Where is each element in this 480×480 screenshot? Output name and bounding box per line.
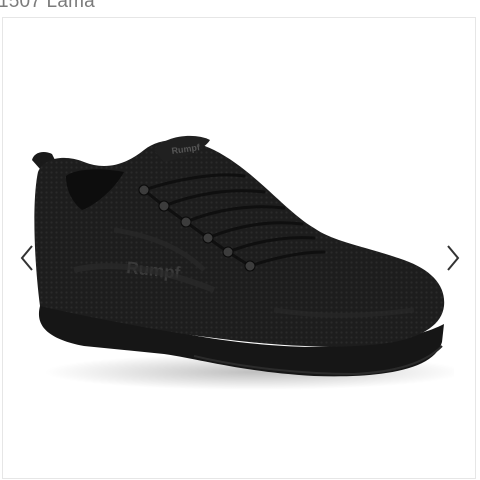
chevron-left-icon[interactable] [16,240,40,276]
chevron-right-icon[interactable] [440,240,464,276]
product-page: 1507 Lama Rumpf Rumpf [0,0,480,480]
product-image: Rumpf Rumpf [32,135,454,390]
product-title: 1507 Lama [0,0,95,12]
